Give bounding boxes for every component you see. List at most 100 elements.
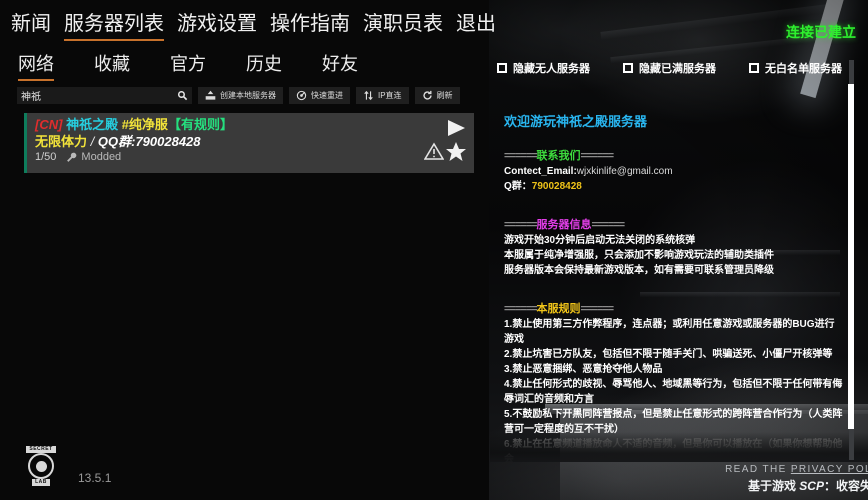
tab-official[interactable]: 官方 [170, 52, 206, 79]
refresh-button[interactable]: 刷新 [414, 87, 460, 104]
server-info-panel: 欢迎游玩神祇之殿服务器 ======联系我们====== Contect_Ema… [504, 112, 844, 462]
based-on-label: 基于游戏 SCP：收容失 [725, 477, 868, 494]
server-row-actions [417, 118, 467, 168]
search-icon [177, 90, 188, 101]
wrench-icon [66, 152, 77, 163]
search-input[interactable]: 神祇 [17, 87, 192, 104]
direct-connect-label: IP直连 [378, 91, 402, 100]
server-filter-bar: 隐藏无人服务器 隐藏已满服务器 无白名单服务器 [497, 60, 842, 76]
server-rule-tag: 【有规则】 [167, 117, 233, 132]
play-icon[interactable] [445, 118, 467, 143]
checkbox-no-whitelist[interactable] [749, 63, 759, 73]
privacy-link-text: PRIVACY POL [790, 464, 868, 475]
rule-line: 6.禁止在任意频道播放命人不适的音频，但是你可以播放在（如果你想帮助他会 [504, 439, 843, 462]
nav-item-server-list[interactable]: 服务器列表 [64, 11, 164, 41]
nav-item-credits[interactable]: 演职员表 [363, 11, 443, 39]
connection-status: 连接已建立 [786, 24, 856, 40]
info-section-rules: ======本服规则====== 1.禁止使用第三方作弊程序，连点器；或利用任意… [504, 301, 844, 462]
nav-item-news[interactable]: 新闻 [11, 11, 51, 39]
server-meta-line: 1/50 Modded [35, 150, 466, 165]
quick-rejoin-button[interactable]: 快速重进 [289, 87, 350, 104]
contact-email-label: Contect_Email: [504, 166, 577, 177]
sub-nav: 网络 收藏 官方 历史 好友 [18, 52, 358, 81]
info-line: 本服属于纯净增强服，只会添加不影响游戏玩法的辅助类插件 [504, 250, 774, 261]
refresh-icon [422, 90, 433, 101]
info-line: 服务器版本会保持最新游戏版本，如有需要可联系管理员降级 [504, 265, 774, 276]
server-mode: 无限体力 [35, 134, 88, 149]
header-suffix: ====== [580, 303, 615, 315]
header-prefix: ====== [504, 303, 538, 315]
rule-line: 3.禁止恶意捆绑、恶意抢夺他人物品 [504, 364, 663, 375]
info-section-contact-header: ======联系我们====== [504, 148, 844, 164]
warning-icon[interactable] [423, 142, 445, 166]
qq-group-value: 790028428 [531, 181, 582, 192]
info-line: Contect_Email:wjxkinlife@gmail.com [504, 164, 844, 179]
server-separator: / [90, 134, 95, 149]
info-section-server: ======服务器信息====== 游戏开始30分钟后启动无法关闭的系统核弹 本… [504, 217, 844, 278]
filter-no-whitelist[interactable]: 无白名单服务器 [749, 60, 842, 76]
server-modded-tag: Modded [66, 150, 121, 165]
tab-history[interactable]: 历史 [246, 52, 282, 79]
header-suffix: ====== [580, 150, 615, 162]
tab-favorites[interactable]: 收藏 [94, 52, 130, 79]
info-line: 游戏开始30分钟后启动无法关闭的系统核弹 [504, 235, 696, 246]
server-list: [CN] 神祇之殿 #纯净服【有规则】 无限体力 / QQ群:790028428… [24, 113, 474, 173]
filter-hide-full[interactable]: 隐藏已满服务器 [623, 60, 716, 76]
server-name: 神祇之殿 [66, 117, 119, 132]
server-list-item[interactable]: [CN] 神祇之殿 #纯净服【有规则】 无限体力 / QQ群:790028428… [24, 113, 474, 173]
privacy-policy-link[interactable]: READ THE PRIVACY POL [725, 464, 868, 475]
server-region-tag: [CN] [35, 117, 63, 132]
host-local-server-button[interactable]: 创建本地服务器 [198, 87, 283, 104]
checkbox-hide-full[interactable] [623, 63, 633, 73]
rule-line: 2.禁止坑害已方队友，包括但不限于随手关门、哄骗送死、小僵尸开核弹等 [504, 349, 833, 360]
header-text: 联系我们 [536, 150, 581, 162]
direct-connect-button[interactable]: IP直连 [356, 87, 409, 104]
star-icon[interactable] [445, 141, 467, 167]
tab-network[interactable]: 网络 [18, 52, 54, 81]
header-text: 服务器信息 [536, 219, 592, 231]
server-title-line: [CN] 神祇之殿 #纯净服【有规则】 [35, 116, 466, 133]
privacy-prefix: READ THE [725, 464, 791, 475]
refresh-label: 刷新 [436, 91, 453, 100]
server-subtitle-line: 无限体力 / QQ群:790028428 [35, 133, 466, 150]
version-label: 13.5.1 [78, 471, 112, 485]
header-text: 本服规则 [536, 303, 581, 315]
main-nav: 新闻 服务器列表 游戏设置 操作指南 演职员表 退出 [11, 11, 496, 41]
info-panel-scrollbar-thumb[interactable] [848, 84, 854, 429]
host-local-server-label: 创建本地服务器 [220, 91, 276, 100]
rule-line: 4.禁止任何形式的歧视、辱骂他人、地域黑等行为，包括但不限于任何带有侮辱词汇的音… [504, 379, 843, 405]
server-browser-toolbar: 神祇 创建本地服务器 快速重进 IP直连 刷新 [17, 87, 460, 104]
server-player-count: 1/50 [35, 151, 57, 163]
info-section-server-header: ======服务器信息====== [504, 217, 844, 233]
server-info-title: 欢迎游玩神祇之殿服务器 [504, 114, 648, 129]
server-pure-tag: #纯净服 [121, 117, 168, 132]
contact-email-value: wjxkinlife@gmail.com [576, 166, 673, 177]
header-prefix: ====== [504, 150, 538, 162]
search-input-value: 神祇 [21, 92, 41, 103]
logo-ring [28, 453, 54, 479]
filter-hide-full-label: 隐藏已满服务器 [639, 63, 716, 75]
filter-hide-empty-label: 隐藏无人服务器 [513, 63, 590, 75]
logo-bottom-text: LAB [32, 479, 50, 486]
filter-no-whitelist-label: 无白名单服务器 [765, 63, 842, 75]
info-line: Q群：790028428 [504, 179, 844, 194]
nav-item-quit[interactable]: 退出 [456, 11, 496, 39]
tab-friends[interactable]: 好友 [322, 52, 358, 79]
logo-top-text: SECRET [26, 446, 56, 453]
secret-lab-logo: SECRET LAB [22, 445, 60, 487]
nav-item-controls[interactable]: 操作指南 [270, 11, 350, 39]
server-qq-group: QQ群:790028428 [97, 134, 201, 149]
filter-hide-empty[interactable]: 隐藏无人服务器 [497, 60, 590, 76]
nav-item-game-settings[interactable]: 游戏设置 [177, 11, 257, 39]
info-section-rules-header: ======本服规则====== [504, 301, 844, 317]
based-on-game: SCP [799, 479, 824, 493]
rule-line: 1.禁止使用第三方作弊程序，连点器；或利用任意游戏或服务器的BUG进行游戏 [504, 319, 835, 345]
based-on-suffix: ：收容失 [823, 479, 868, 493]
rejoin-icon [296, 90, 307, 101]
checkbox-hide-empty[interactable] [497, 63, 507, 73]
quick-rejoin-label: 快速重进 [311, 91, 343, 100]
header-suffix: ====== [591, 219, 626, 231]
header-prefix: ====== [504, 219, 538, 231]
